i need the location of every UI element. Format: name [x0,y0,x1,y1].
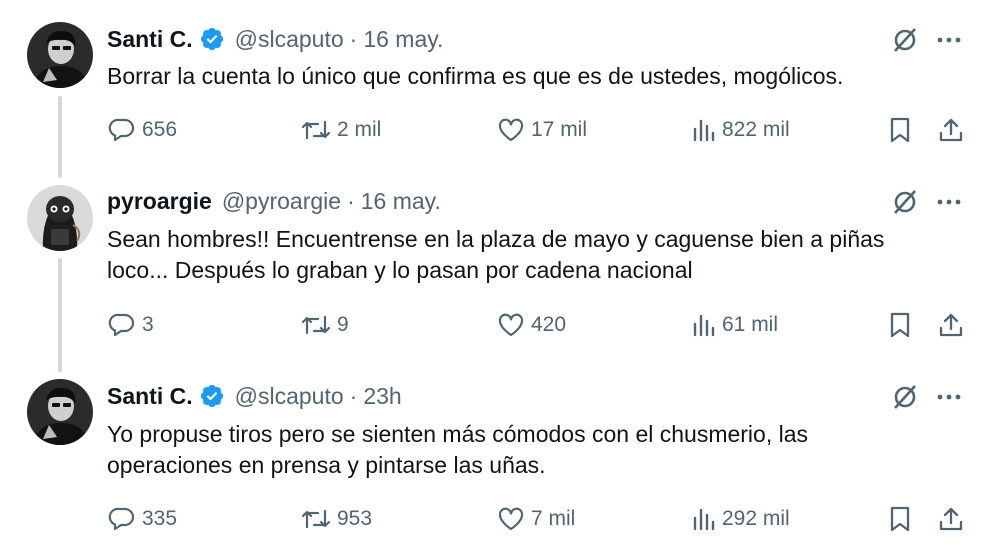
author-handle[interactable]: @slcaputo [235,24,344,54]
more-icon[interactable] [934,382,964,412]
heart-icon [498,507,524,531]
views-button[interactable]: 61 mil [692,310,778,340]
verified-badge-icon [199,383,225,409]
timestamp[interactable]: 23h [363,381,401,411]
avatar-santi-image [27,379,93,445]
retweet-icon [301,509,331,529]
action-bar: 335 953 7 mil 292 mil [0,504,992,534]
retweet-button[interactable]: 2 mil [301,115,381,145]
tweet[interactable]: Santi C. @slcaputo · 23h Yo propuse tiro… [0,372,992,550]
tweet-text-line: Yo propuse tiros pero se sienten más cóm… [107,421,809,447]
like-button[interactable]: 420 [497,310,566,340]
retweet-count: 953 [337,507,373,530]
grok-icon[interactable] [890,382,920,412]
separator-dot: · [347,188,355,214]
views-icon [693,508,715,531]
avatar-pyroargie-image [27,185,93,251]
bookmark-button[interactable] [885,115,915,145]
tweet-text-line: Sean hombres!! Encuentrense en la plaza … [107,226,885,252]
avatar[interactable] [27,379,93,445]
reply-button[interactable]: 3 [108,310,154,340]
author-name[interactable]: pyroargie [107,186,212,216]
tweet-text: Borrar la cuenta lo único que confirma e… [107,63,844,89]
author-handle[interactable]: @slcaputo [235,381,344,411]
retweet-button[interactable]: 9 [301,310,349,340]
timestamp[interactable]: 16 may. [361,186,441,216]
author-handle[interactable]: @pyroargie [222,186,341,216]
bookmark-icon [890,506,910,532]
reply-count: 656 [142,118,178,141]
bookmark-button[interactable] [885,310,915,340]
views-icon [693,119,715,142]
retweet-count: 9 [337,313,349,336]
share-icon [939,313,963,337]
heart-icon [498,118,524,142]
more-icon[interactable] [934,187,964,217]
tweet-header: pyroargie @pyroargie · 16 may. [107,186,441,216]
views-icon [693,314,715,337]
bookmark-icon [890,117,910,143]
views-button[interactable]: 292 mil [692,504,790,534]
tweet-text: Sean hombres!! Encuentrense en la plaza … [107,224,967,286]
reply-button[interactable]: 656 [108,115,177,145]
reply-icon [108,118,135,142]
reply-button[interactable]: 335 [108,504,177,534]
share-button[interactable] [936,504,966,534]
retweet-count: 2 mil [337,118,382,141]
view-count: 61 mil [722,313,779,336]
grok-icon[interactable] [890,187,920,217]
timestamp[interactable]: 16 may. [363,24,443,54]
like-count: 420 [531,313,567,336]
share-button[interactable] [936,310,966,340]
action-bar: 3 9 420 61 mil [0,310,992,340]
reply-count: 3 [142,313,154,336]
more-icon[interactable] [934,25,964,55]
grok-icon[interactable] [890,25,920,55]
share-icon [939,118,963,142]
tweet-text-line: loco... Después lo graban y lo pasan por… [107,257,693,283]
view-count: 822 mil [722,118,790,141]
reply-icon [108,313,135,337]
like-count: 7 mil [531,507,576,530]
like-button[interactable]: 7 mil [497,504,575,534]
views-button[interactable]: 822 mil [692,115,790,145]
bookmark-icon [890,312,910,338]
share-icon [939,507,963,531]
verified-badge-icon [199,26,225,52]
bookmark-button[interactable] [885,504,915,534]
author-name[interactable]: Santi C. [107,24,193,54]
tweet-text-line: operaciones en prensa y pintarse las uña… [107,452,546,478]
avatar[interactable] [27,185,93,251]
tweet[interactable]: pyroargie @pyroargie · 16 may. Sean homb… [0,178,992,372]
view-count: 292 mil [722,507,790,530]
tweet[interactable]: Santi C. @slcaputo · 16 may. Borrar la c… [0,0,992,178]
separator-dot: · [349,26,358,52]
retweet-icon [301,120,331,140]
author-name[interactable]: Santi C. [107,381,193,411]
share-button[interactable] [936,115,966,145]
separator-dot: · [349,383,358,409]
heart-icon [498,313,524,337]
reply-icon [108,507,135,531]
reply-count: 335 [142,507,178,530]
tweet-text: Yo propuse tiros pero se sienten más cóm… [107,419,967,481]
tweet-header: Santi C. @slcaputo · 16 may. [107,24,443,54]
tweet-header: Santi C. @slcaputo · 23h [107,381,402,411]
avatar[interactable] [27,22,93,88]
action-bar: 656 2 mil 17 mil 822 mil [0,115,992,145]
retweet-icon [301,315,331,335]
like-button[interactable]: 17 mil [497,115,587,145]
avatar-santi-image [27,22,93,88]
retweet-button[interactable]: 953 [301,504,372,534]
like-count: 17 mil [531,118,588,141]
